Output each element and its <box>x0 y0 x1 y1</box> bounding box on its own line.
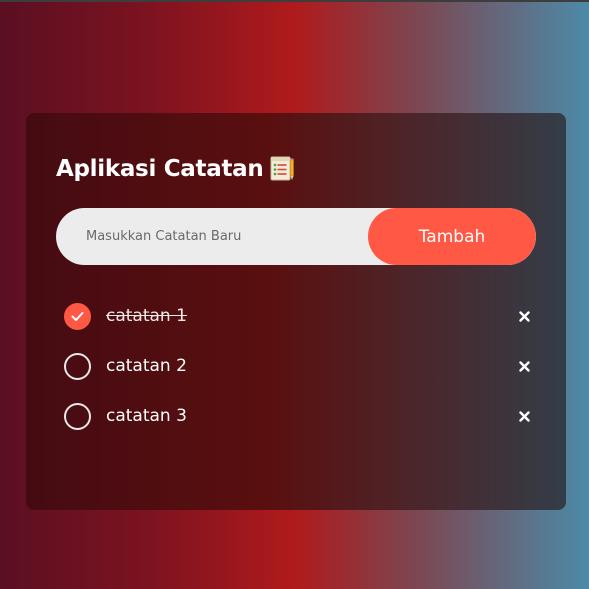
notepad-checklist-icon <box>269 155 295 182</box>
note-text[interactable]: catatan 3 <box>106 406 187 426</box>
note-checkbox[interactable] <box>64 352 91 380</box>
note-text[interactable]: catatan 2 <box>106 356 187 376</box>
new-note-input[interactable] <box>56 208 376 265</box>
todo-app-card: Aplikasi Catatan Tambah <box>26 113 566 510</box>
close-icon[interactable] <box>514 356 534 376</box>
new-note-form: Tambah <box>56 208 536 265</box>
window-top-border <box>0 0 589 2</box>
note-list: catatan 1 catatan 2 catatan 3 <box>64 291 534 441</box>
list-item: catatan 2 <box>64 341 534 391</box>
close-icon[interactable] <box>514 406 534 426</box>
note-checkbox-checked[interactable] <box>64 302 91 330</box>
add-note-button[interactable]: Tambah <box>368 208 536 265</box>
list-item: catatan 1 <box>64 291 534 341</box>
app-title: Aplikasi Catatan <box>56 155 264 182</box>
list-item: catatan 3 <box>64 391 534 441</box>
close-icon[interactable] <box>514 306 534 326</box>
app-title-heading: Aplikasi Catatan <box>56 155 295 182</box>
note-checkbox[interactable] <box>64 402 91 430</box>
note-text[interactable]: catatan 1 <box>106 306 187 326</box>
check-icon <box>71 311 84 321</box>
